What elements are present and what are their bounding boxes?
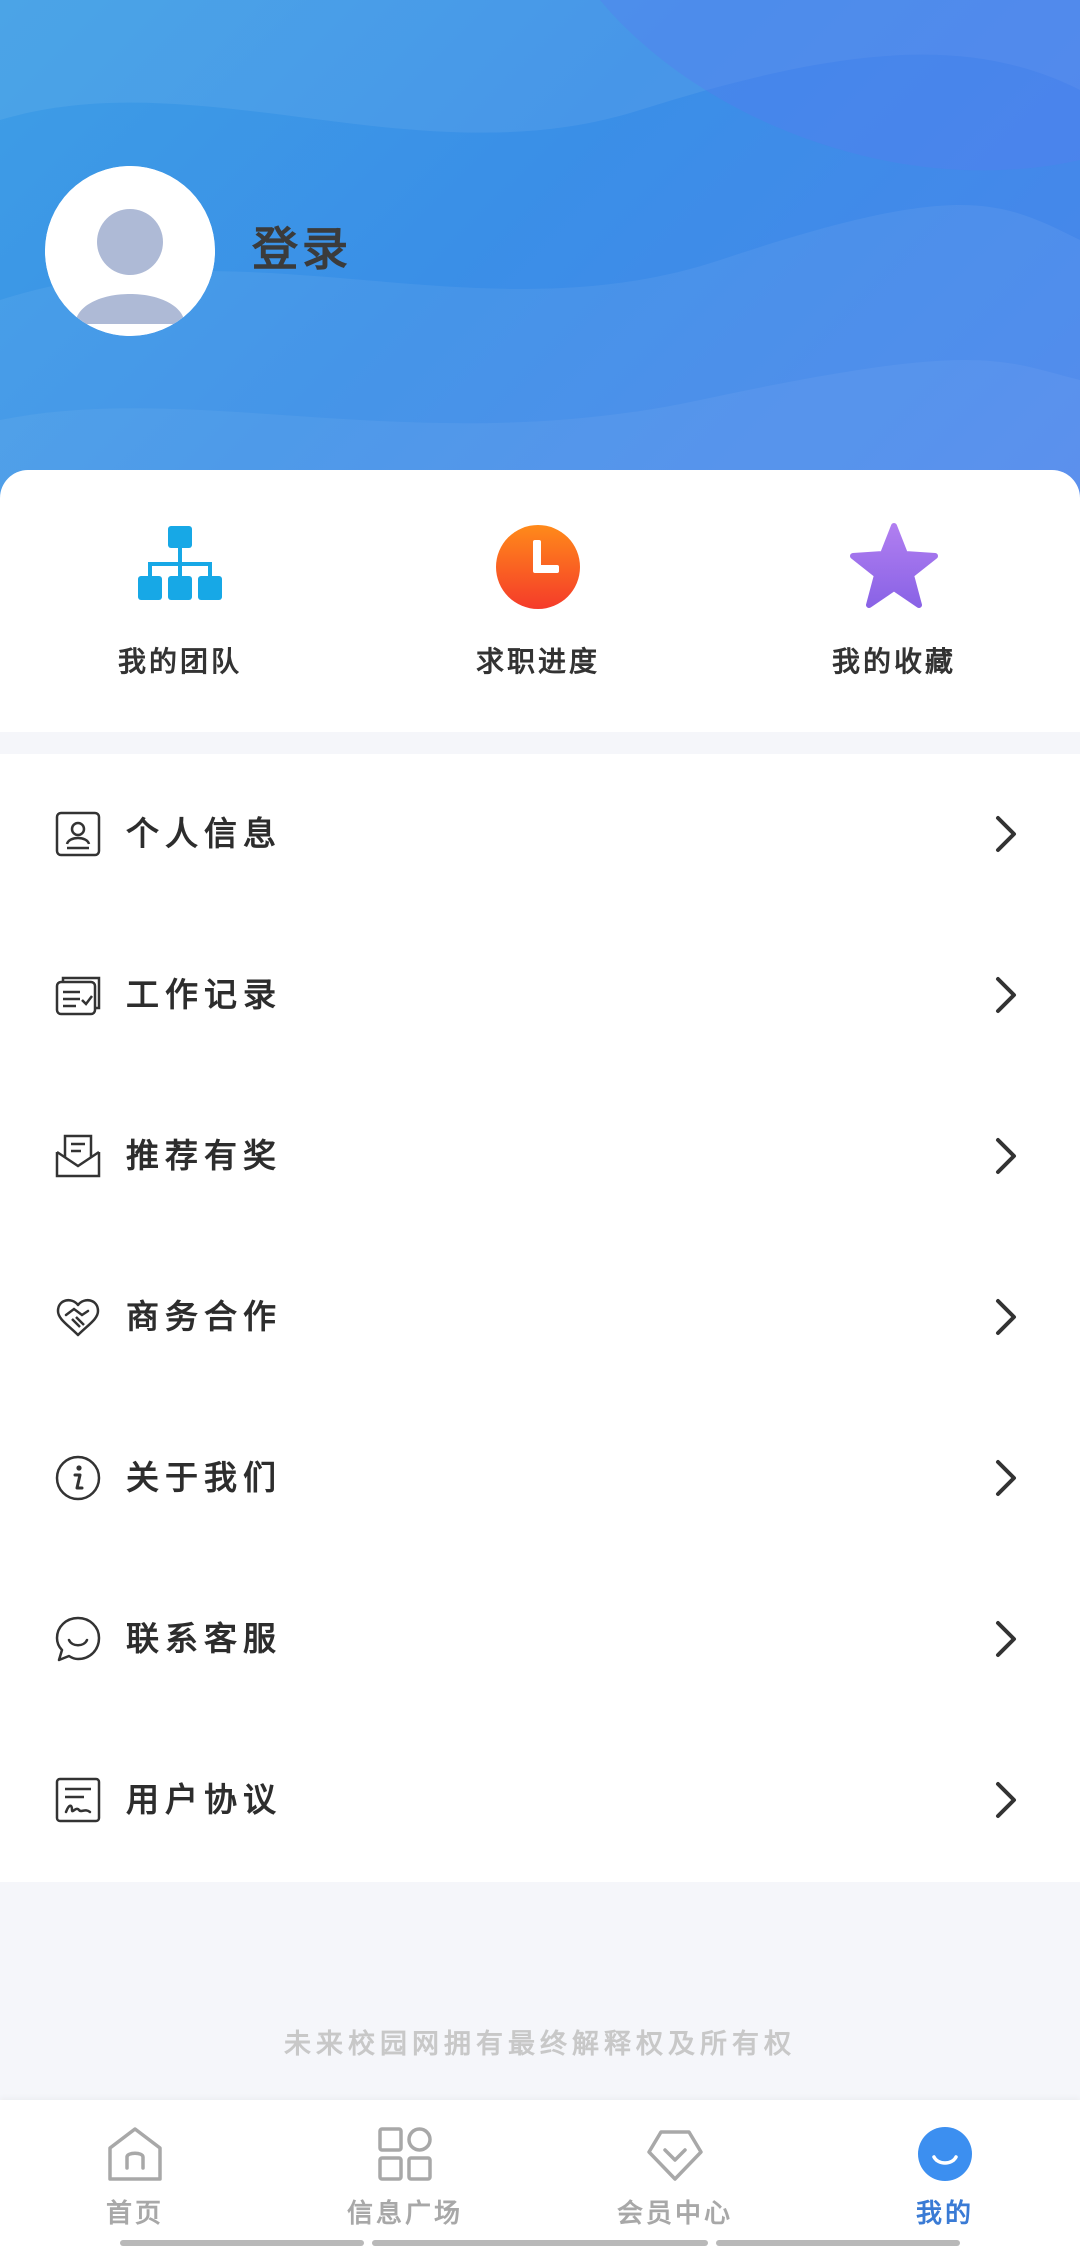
menu-item-about-us[interactable]: 关于我们	[0, 1398, 1080, 1559]
menu-item-business-cooperation[interactable]: 商务合作	[0, 1237, 1080, 1398]
tab-label: 会员中心	[616, 2199, 733, 2229]
tab-info-square[interactable]: 信息广场	[270, 2100, 540, 2251]
menu-item-label: 用户协议	[126, 1780, 282, 1819]
quick-actions-card: 我的团队 求职进度 我的收藏	[0, 470, 1080, 732]
chevron-right-icon	[996, 1460, 1016, 1496]
chevron-right-icon	[996, 977, 1016, 1013]
smile-icon	[918, 2127, 972, 2181]
quick-action-label: 我的收藏	[831, 645, 956, 678]
chevron-right-icon	[996, 1299, 1016, 1335]
chevron-right-icon	[996, 1138, 1016, 1174]
envelope-icon	[55, 1134, 101, 1178]
bottom-tab-bar: 首页 信息广场 会员中心 我的	[0, 2100, 1080, 2251]
handshake-icon	[56, 1298, 100, 1337]
tab-label: 我的	[915, 2199, 974, 2229]
chevron-right-icon	[996, 1782, 1016, 1818]
home-indicator-segment	[120, 2240, 364, 2246]
menu-item-label: 个人信息	[126, 814, 282, 853]
avatar-placeholder-icon	[45, 166, 215, 336]
quick-action-label: 我的团队	[117, 645, 242, 678]
records-icon	[55, 976, 101, 1016]
home-indicator-segment	[372, 2240, 708, 2246]
chevron-right-icon	[996, 816, 1016, 852]
diamond-icon	[647, 2130, 703, 2181]
grid-icon	[378, 2127, 432, 2181]
tab-member-center[interactable]: 会员中心	[540, 2100, 810, 2251]
tab-label: 信息广场	[346, 2199, 463, 2229]
tab-home[interactable]: 首页	[0, 2100, 270, 2251]
tab-label: 首页	[105, 2199, 164, 2229]
menu-item-label: 关于我们	[126, 1458, 282, 1497]
chat-icon	[55, 1616, 101, 1662]
avatar[interactable]	[45, 166, 215, 336]
settings-menu: 个人信息 工作记录 推荐有奖 商务合作 关于我们 联系客服 用户协议	[0, 754, 1080, 1882]
copyright-notice: 未来校园网拥有最终解释权及所有权	[284, 2029, 796, 2060]
menu-item-label: 工作记录	[126, 975, 282, 1014]
quick-action-job-progress[interactable]: 求职进度	[418, 522, 658, 692]
login-link[interactable]: 登录	[252, 214, 352, 284]
org-chart-icon	[138, 526, 222, 600]
clock-icon	[496, 525, 580, 609]
quick-action-my-team[interactable]: 我的团队	[60, 522, 300, 692]
menu-item-label: 联系客服	[126, 1619, 282, 1658]
agreement-icon	[55, 1777, 101, 1823]
id-card-icon	[55, 811, 101, 857]
menu-item-label: 推荐有奖	[126, 1136, 282, 1175]
menu-item-personal-info[interactable]: 个人信息	[0, 754, 1080, 915]
profile-header: 登录	[0, 0, 1080, 500]
star-icon	[850, 523, 938, 608]
chevron-right-icon	[996, 1621, 1016, 1657]
menu-item-work-records[interactable]: 工作记录	[0, 915, 1080, 1076]
quick-action-label: 求职进度	[475, 645, 600, 678]
home-indicator-segment	[716, 2240, 960, 2246]
quick-action-favorites[interactable]: 我的收藏	[774, 522, 1014, 692]
home-icon	[108, 2127, 162, 2181]
menu-item-label: 商务合作	[126, 1297, 282, 1336]
tab-mine[interactable]: 我的	[810, 2100, 1080, 2251]
menu-item-user-agreement[interactable]: 用户协议	[0, 1720, 1080, 1881]
menu-item-referral-rewards[interactable]: 推荐有奖	[0, 1076, 1080, 1237]
info-icon	[55, 1455, 101, 1501]
menu-item-customer-service[interactable]: 联系客服	[0, 1559, 1080, 1720]
